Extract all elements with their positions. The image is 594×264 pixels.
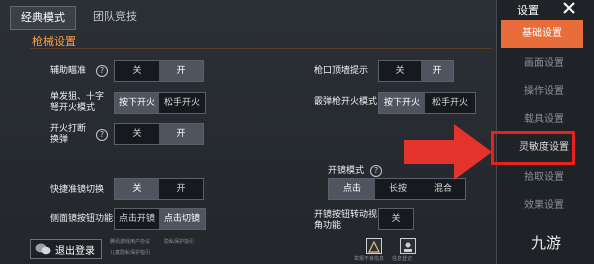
muzzle-hint-toggle[interactable]: 关 开 <box>378 60 454 82</box>
section-divider <box>30 48 492 49</box>
side-scope-label: 侧面镜按钮功能 <box>50 214 114 224</box>
release-fire-option[interactable]: 松手开火 <box>425 93 475 113</box>
scope-fire-toggle[interactable]: 按下开火 松手开火 <box>378 92 476 114</box>
single-fire-toggle[interactable]: 按下开火 松手开火 <box>114 92 206 114</box>
logout-label: 退出登录 <box>55 245 95 257</box>
on-option[interactable]: 开 <box>159 124 203 144</box>
privacy-link[interactable]: 隐私保护指引 <box>164 239 194 246</box>
single-fire-label: 单发狙、十字弩开火模式 <box>50 92 105 113</box>
sidebar-title: 设置 <box>517 4 539 17</box>
hold-option[interactable]: 长按 <box>375 179 421 199</box>
release-fire-option[interactable]: 松手开火 <box>159 93 205 113</box>
tab-team-deathmatch[interactable]: 团队竞技 <box>80 6 150 28</box>
off-option[interactable]: 关 <box>115 179 159 199</box>
tap-option[interactable]: 点击 <box>329 179 375 199</box>
logout-button[interactable]: 退出登录 <box>30 239 102 259</box>
tab-classic-mode[interactable]: 经典模式 <box>10 6 76 30</box>
scope-mode-label: 开镜模式 <box>328 166 365 176</box>
arrow-icon <box>404 124 492 180</box>
child-privacy-link[interactable]: 儿童隐私保护指引 <box>110 250 150 257</box>
tap-scope-option[interactable]: 点击开镜 <box>115 209 159 229</box>
off-option[interactable]: 关 <box>379 209 413 229</box>
quick-switch-label: 快捷准镜切换 <box>50 185 105 195</box>
scope-turn-label: 开镜按钮转动视角功能 <box>314 210 378 231</box>
highlight-box <box>491 131 575 165</box>
scope-turn-toggle[interactable]: 关 <box>378 208 414 230</box>
wechat-icon <box>35 243 51 255</box>
help-icon[interactable]: ? <box>96 129 108 141</box>
section-title: 枪械设置 <box>32 35 76 48</box>
scope-fire-label: 霰弹枪开火模式 <box>314 97 378 107</box>
on-option[interactable]: 开 <box>421 61 453 81</box>
id-card-icon[interactable] <box>400 238 416 254</box>
close-icon[interactable] <box>561 0 577 16</box>
aim-assist-label: 辅助瞄准 <box>50 66 87 76</box>
scope-mode-toggle[interactable]: 点击 长按 混合 <box>328 178 466 200</box>
quick-switch-toggle[interactable]: 关 开 <box>114 178 204 200</box>
mixed-option[interactable]: 混合 <box>421 179 465 199</box>
off-option[interactable]: 关 <box>115 61 159 81</box>
help-icon[interactable]: ? <box>370 165 382 177</box>
sidebar-item-controls[interactable]: 操作设置 <box>497 78 591 106</box>
sidebar-item-effects[interactable]: 效果设置 <box>497 192 591 220</box>
interrupt-reload-label: 开火打断换弹 <box>50 124 87 145</box>
sidebar-item-graphics[interactable]: 画面设置 <box>497 50 591 78</box>
press-fire-option[interactable]: 按下开火 <box>115 93 159 113</box>
press-fire-option[interactable]: 按下开火 <box>379 93 425 113</box>
watermark: 九游 <box>531 234 562 252</box>
sidebar-item-pickup[interactable]: 拾取设置 <box>497 164 591 192</box>
register-label: 信息登记 <box>392 256 413 262</box>
sidebar-item-basic[interactable]: 基础设置 <box>501 20 583 48</box>
help-icon[interactable]: ? <box>96 65 108 77</box>
on-option[interactable]: 开 <box>159 179 203 199</box>
off-option[interactable]: 关 <box>379 61 421 81</box>
tap-switch-option[interactable]: 点击切镜 <box>159 209 205 229</box>
report-icon[interactable] <box>366 238 382 254</box>
side-scope-toggle[interactable]: 点击开镜 点击切镜 <box>114 208 206 230</box>
on-option[interactable]: 开 <box>159 61 203 81</box>
muzzle-hint-label: 枪口顶墙提示 <box>314 66 369 76</box>
sidebar-item-vehicle[interactable]: 载具设置 <box>497 106 591 134</box>
aim-assist-toggle[interactable]: 关 开 <box>114 60 204 82</box>
off-option[interactable]: 关 <box>115 124 159 144</box>
user-agreement-link[interactable]: 腾讯游戏用户协议 <box>110 239 150 246</box>
report-label: 举报不良信息 <box>354 256 385 262</box>
interrupt-reload-toggle[interactable]: 关 开 <box>114 123 204 145</box>
